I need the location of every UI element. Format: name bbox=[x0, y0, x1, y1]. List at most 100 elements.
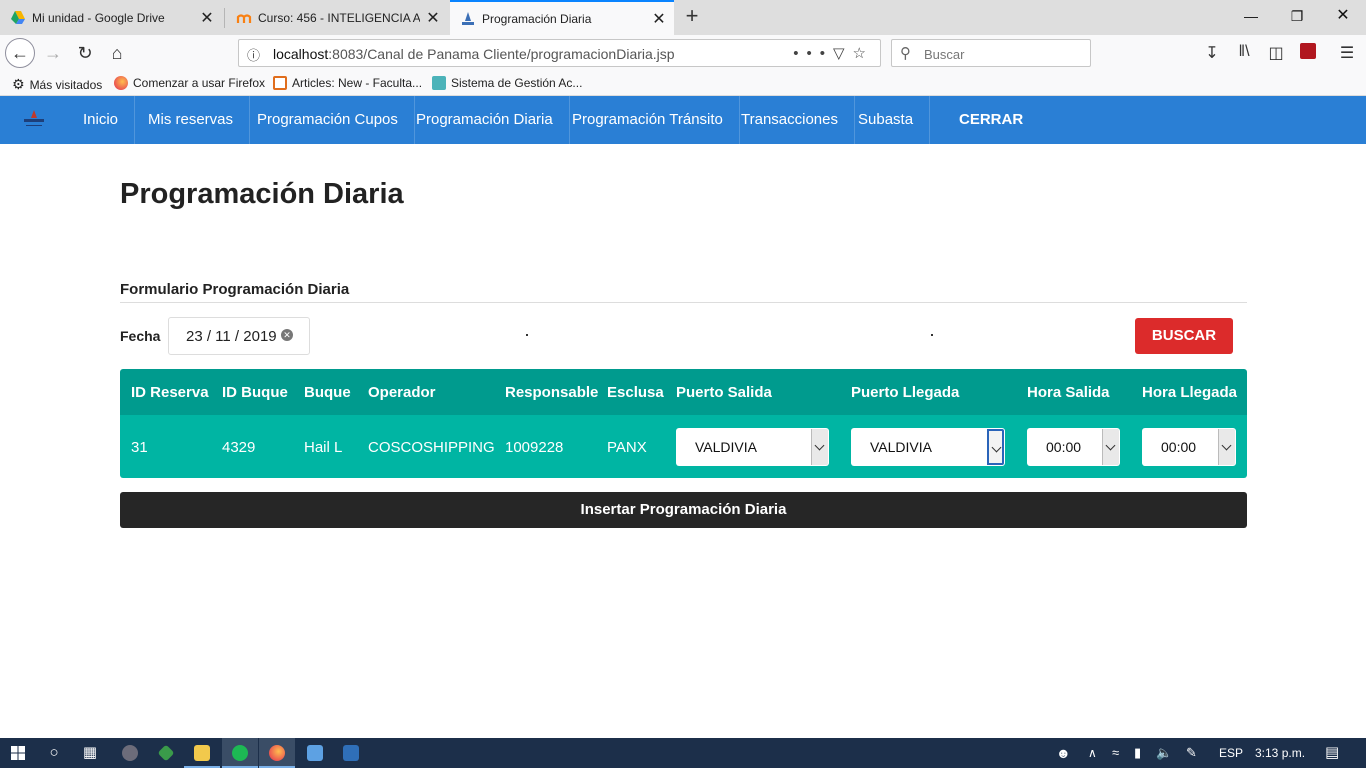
network-icon[interactable]: ≈ bbox=[1112, 738, 1119, 768]
task-view-icon[interactable]: ▦ bbox=[72, 738, 108, 768]
articles-icon bbox=[273, 76, 287, 90]
clock[interactable]: 3:13 p.m. bbox=[1255, 738, 1305, 768]
volume-icon[interactable]: 🔈 bbox=[1156, 738, 1172, 768]
chevron-up-icon[interactable]: ∧ bbox=[1088, 738, 1097, 768]
page-title: Programación Diaria bbox=[120, 178, 404, 210]
minimize-icon[interactable]: — bbox=[1228, 0, 1274, 32]
app-icon[interactable] bbox=[297, 738, 333, 768]
tab-curso[interactable]: Curso: 456 - INTELIGENCIA ART ✕ bbox=[226, 0, 448, 35]
buscar-button[interactable]: BUSCAR bbox=[1135, 318, 1233, 354]
bookmark-articles[interactable]: Articles: New - Faculta... bbox=[273, 76, 422, 90]
nav-mis-reservas[interactable]: Mis reservas bbox=[132, 96, 251, 144]
app-icon[interactable] bbox=[112, 738, 148, 768]
nav-inicio[interactable]: Inicio bbox=[67, 96, 136, 144]
notifications-icon[interactable]: ▤ bbox=[1325, 738, 1339, 768]
close-tab-icon[interactable]: ✕ bbox=[652, 9, 666, 29]
cortana-icon[interactable]: ○ bbox=[36, 738, 72, 768]
menu-icon[interactable]: ☰ bbox=[1335, 43, 1359, 63]
clear-date-icon[interactable]: ✕ bbox=[281, 329, 293, 341]
restore-icon[interactable]: ❐ bbox=[1274, 0, 1320, 32]
app-icon[interactable] bbox=[148, 738, 184, 768]
hora-llegada-select[interactable]: 00:00 bbox=[1142, 428, 1236, 466]
nav-subasta[interactable]: Subasta bbox=[842, 96, 931, 144]
people-icon[interactable]: ☻ bbox=[1056, 738, 1071, 768]
puerto-salida-select[interactable]: VALDIVIA bbox=[676, 428, 829, 466]
fecha-label: Fecha bbox=[120, 328, 161, 344]
back-arrow-icon[interactable]: ← bbox=[5, 38, 35, 68]
pen-icon[interactable]: ✎ bbox=[1186, 738, 1197, 768]
sql-icon[interactable] bbox=[333, 738, 369, 768]
tab-title: Curso: 456 - INTELIGENCIA ART bbox=[258, 10, 420, 25]
col-operador: Operador bbox=[368, 384, 436, 401]
hora-salida-value: 00:00 bbox=[1046, 439, 1082, 455]
library-icon[interactable]: ‖\ bbox=[1232, 43, 1256, 61]
bookmark-mas-visitados[interactable]: ⚙ Más visitados bbox=[12, 76, 102, 93]
canal-logo[interactable] bbox=[16, 108, 52, 130]
nav-programacion-transito[interactable]: Programación Tránsito bbox=[556, 96, 740, 144]
new-tab-button[interactable]: + bbox=[680, 4, 704, 30]
info-icon[interactable]: ⓘ bbox=[247, 45, 260, 64]
url-tools: •••▽☆ bbox=[793, 44, 874, 62]
bookmark-star-icon[interactable]: ☆ bbox=[853, 45, 874, 62]
bookmark-label: Sistema de Gestión Ac... bbox=[451, 76, 583, 90]
pocket-icon[interactable]: ▽ bbox=[833, 45, 853, 62]
tab-title: Programación Diaria bbox=[482, 11, 592, 26]
window-close-icon[interactable]: ✕ bbox=[1320, 0, 1366, 32]
cell-operador: COSCOSHIPPING bbox=[368, 439, 495, 456]
form-title: Formulario Programación Diaria bbox=[120, 281, 350, 298]
bookmark-comenzar-firefox[interactable]: Comenzar a usar Firefox bbox=[114, 76, 265, 90]
insertar-programacion-button[interactable]: Insertar Programación Diaria bbox=[120, 492, 1247, 528]
form-divider bbox=[120, 302, 1247, 303]
tab-programacion-diaria[interactable]: Programación Diaria ✕ bbox=[450, 0, 674, 35]
close-tab-icon[interactable]: ✕ bbox=[426, 8, 440, 28]
col-puerto-llegada: Puerto Llegada bbox=[851, 384, 960, 401]
search-icon: ⚲ bbox=[900, 45, 911, 62]
reload-icon[interactable]: ↻ bbox=[70, 38, 100, 68]
sidebar-icon[interactable]: ◫ bbox=[1264, 43, 1288, 63]
windows-start-icon[interactable] bbox=[0, 738, 36, 768]
bookmark-label: Articles: New - Faculta... bbox=[292, 76, 423, 90]
download-icon[interactable]: ↧ bbox=[1200, 43, 1224, 63]
tab-google-drive[interactable]: Mi unidad - Google Drive ✕ bbox=[0, 0, 222, 35]
cell-responsable: 1009228 bbox=[505, 439, 564, 456]
firefox-icon[interactable] bbox=[259, 738, 295, 768]
fecha-date-input[interactable]: 23 / 11 / 2019 ✕ bbox=[168, 317, 310, 355]
col-id-reserva: ID Reserva bbox=[131, 384, 209, 401]
puerto-llegada-select[interactable]: VALDIVIA bbox=[851, 428, 1005, 466]
sistema-icon bbox=[432, 76, 446, 90]
close-tab-icon[interactable]: ✕ bbox=[200, 8, 214, 28]
more-icon[interactable]: ••• bbox=[793, 45, 833, 62]
url-text: localhost:8083/Canal de Panama Cliente/p… bbox=[273, 46, 675, 62]
nav-programacion-diaria[interactable]: Programación Diaria bbox=[400, 96, 570, 144]
home-icon[interactable]: ⌂ bbox=[102, 38, 132, 68]
search-input[interactable]: ⚲ Buscar bbox=[891, 39, 1091, 67]
bookmark-sistema-gestion[interactable]: Sistema de Gestión Ac... bbox=[432, 76, 582, 90]
nav-cerrar[interactable]: CERRAR bbox=[943, 96, 1039, 144]
chevron-down-icon[interactable] bbox=[811, 429, 828, 465]
chevron-down-icon[interactable] bbox=[1218, 429, 1235, 465]
language-indicator[interactable]: ESP bbox=[1219, 738, 1243, 768]
puerto-llegada-value: VALDIVIA bbox=[870, 439, 932, 455]
google-drive-icon bbox=[10, 10, 26, 26]
url-bar[interactable]: ⓘ localhost:8083/Canal de Panama Cliente… bbox=[238, 39, 881, 67]
battery-icon[interactable]: ▮ bbox=[1134, 738, 1141, 768]
reservas-table: ID Reserva ID Buque Buque Operador Respo… bbox=[120, 369, 1247, 478]
spotify-icon[interactable] bbox=[222, 738, 258, 768]
table-header: ID Reserva ID Buque Buque Operador Respo… bbox=[120, 369, 1247, 415]
file-explorer-icon[interactable] bbox=[184, 738, 220, 768]
extension-icon[interactable] bbox=[1296, 43, 1320, 64]
nav-transacciones[interactable]: Transacciones bbox=[725, 96, 855, 144]
gear-icon: ⚙ bbox=[12, 76, 25, 92]
nav-programacion-cupos[interactable]: Programación Cupos bbox=[241, 96, 415, 144]
chevron-down-icon[interactable] bbox=[1102, 429, 1119, 465]
moodle-icon bbox=[236, 10, 252, 26]
url-path: :8083/Canal de Panama Cliente/programaci… bbox=[328, 46, 675, 62]
forward-arrow-icon[interactable]: → bbox=[38, 38, 68, 68]
cell-id-buque: 4329 bbox=[222, 439, 256, 456]
stray-dot bbox=[931, 334, 933, 336]
tab-separator bbox=[224, 8, 225, 28]
hora-salida-select[interactable]: 00:00 bbox=[1027, 428, 1120, 466]
chevron-down-icon[interactable] bbox=[987, 429, 1004, 465]
fecha-value: 23 / 11 / 2019 bbox=[186, 328, 277, 345]
table-row: 31 4329 Hail L COSCOSHIPPING 1009228 PAN… bbox=[120, 415, 1247, 478]
